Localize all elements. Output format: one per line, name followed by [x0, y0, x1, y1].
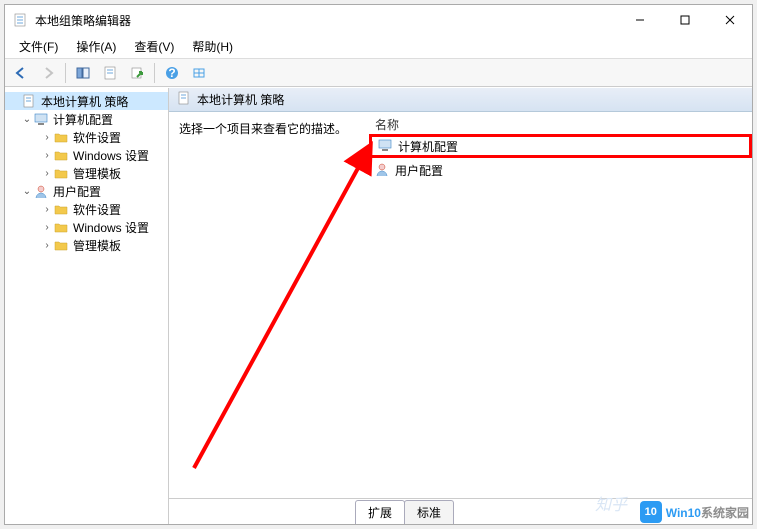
export-list-button[interactable] — [125, 62, 149, 84]
app-icon — [13, 12, 29, 28]
menu-help[interactable]: 帮助(H) — [184, 36, 241, 57]
menu-view[interactable]: 查看(V) — [126, 36, 182, 57]
detail-body: 选择一个项目来查看它的描述。 名称 计算机配置 用户配置 — [169, 112, 752, 498]
tree-panel[interactable]: 本地计算机 策略 ⌄ 计算机配置 › 软件设置 › Windows 设置 › 管… — [5, 88, 169, 524]
caret-collapsed-icon[interactable]: › — [41, 132, 53, 143]
list-item-user-config[interactable]: 用户配置 — [369, 158, 752, 182]
tree-label: 软件设置 — [73, 129, 121, 146]
computer-icon — [33, 111, 49, 127]
tree-label: 计算机配置 — [53, 111, 113, 128]
tree-label: 软件设置 — [73, 201, 121, 218]
filter-button[interactable] — [187, 62, 211, 84]
tree-user-config[interactable]: ⌄ 用户配置 — [5, 182, 168, 200]
toolbar-separator — [65, 63, 66, 83]
policy-icon — [21, 93, 37, 109]
list-item-computer-config[interactable]: 计算机配置 — [369, 134, 752, 158]
menu-action[interactable]: 操作(A) — [68, 36, 124, 57]
tree-label: 管理模板 — [73, 165, 121, 182]
tab-extended[interactable]: 扩展 — [355, 500, 405, 524]
tree-windows-settings-1[interactable]: › Windows 设置 — [5, 146, 168, 164]
menu-file[interactable]: 文件(F) — [11, 36, 66, 57]
tree-label: Windows 设置 — [73, 219, 149, 236]
tree-label: 管理模板 — [73, 237, 121, 254]
user-icon — [33, 183, 49, 199]
caret-collapsed-icon[interactable]: › — [41, 150, 53, 161]
app-window: 本地组策略编辑器 文件(F) 操作(A) 查看(V) 帮助(H) ? 本 — [4, 4, 753, 525]
show-hide-tree-button[interactable] — [71, 62, 95, 84]
svg-text:?: ? — [168, 66, 175, 80]
tab-standard[interactable]: 标准 — [404, 500, 454, 524]
detail-panel: 本地计算机 策略 选择一个项目来查看它的描述。 名称 计算机配置 用户配置 — [169, 88, 752, 524]
tree-label: 用户配置 — [53, 183, 101, 200]
titlebar: 本地组策略编辑器 — [5, 5, 752, 35]
folder-icon — [53, 129, 69, 145]
content-area: 本地计算机 策略 ⌄ 计算机配置 › 软件设置 › Windows 设置 › 管… — [5, 87, 752, 524]
tree-label: Windows 设置 — [73, 147, 149, 164]
tree-root[interactable]: 本地计算机 策略 — [5, 92, 168, 110]
maximize-button[interactable] — [662, 5, 707, 35]
forward-button[interactable] — [36, 62, 60, 84]
caret-expanded-icon[interactable]: ⌄ — [21, 186, 33, 197]
menubar: 文件(F) 操作(A) 查看(V) 帮助(H) — [5, 35, 752, 59]
window-controls — [617, 5, 752, 35]
description-hint: 选择一个项目来查看它的描述。 — [179, 120, 359, 137]
caret-collapsed-icon[interactable]: › — [41, 222, 53, 233]
folder-icon — [53, 201, 69, 217]
name-column: 名称 计算机配置 用户配置 — [369, 112, 752, 498]
tree-admin-templates-2[interactable]: › 管理模板 — [5, 236, 168, 254]
detail-header-title: 本地计算机 策略 — [197, 91, 284, 108]
caret-expanded-icon[interactable]: ⌄ — [21, 114, 33, 125]
back-button[interactable] — [9, 62, 33, 84]
detail-header: 本地计算机 策略 — [169, 88, 752, 112]
window-title: 本地组策略编辑器 — [35, 12, 617, 29]
tree-software-settings-2[interactable]: › 软件设置 — [5, 200, 168, 218]
folder-icon — [53, 219, 69, 235]
folder-icon — [53, 165, 69, 181]
tree-root-label: 本地计算机 策略 — [41, 93, 128, 110]
caret-collapsed-icon[interactable]: › — [41, 168, 53, 179]
help-button[interactable]: ? — [160, 62, 184, 84]
toolbar-separator-2 — [154, 63, 155, 83]
user-icon — [375, 162, 389, 179]
caret-collapsed-icon[interactable]: › — [41, 240, 53, 251]
detail-tabs: 扩展 标准 — [169, 498, 752, 524]
properties-button[interactable] — [98, 62, 122, 84]
tree-software-settings-1[interactable]: › 软件设置 — [5, 128, 168, 146]
list-item-label: 计算机配置 — [398, 138, 458, 155]
description-column: 选择一个项目来查看它的描述。 — [169, 112, 369, 498]
list-item-label: 用户配置 — [395, 162, 443, 179]
column-header-name[interactable]: 名称 — [369, 112, 752, 134]
folder-icon — [53, 237, 69, 253]
policy-icon — [177, 91, 191, 108]
folder-icon — [53, 147, 69, 163]
tree-computer-config[interactable]: ⌄ 计算机配置 — [5, 110, 168, 128]
tree-windows-settings-2[interactable]: › Windows 设置 — [5, 218, 168, 236]
caret-collapsed-icon[interactable]: › — [41, 204, 53, 215]
tree-admin-templates-1[interactable]: › 管理模板 — [5, 164, 168, 182]
close-button[interactable] — [707, 5, 752, 35]
minimize-button[interactable] — [617, 5, 662, 35]
toolbar: ? — [5, 59, 752, 87]
computer-icon — [378, 138, 392, 155]
